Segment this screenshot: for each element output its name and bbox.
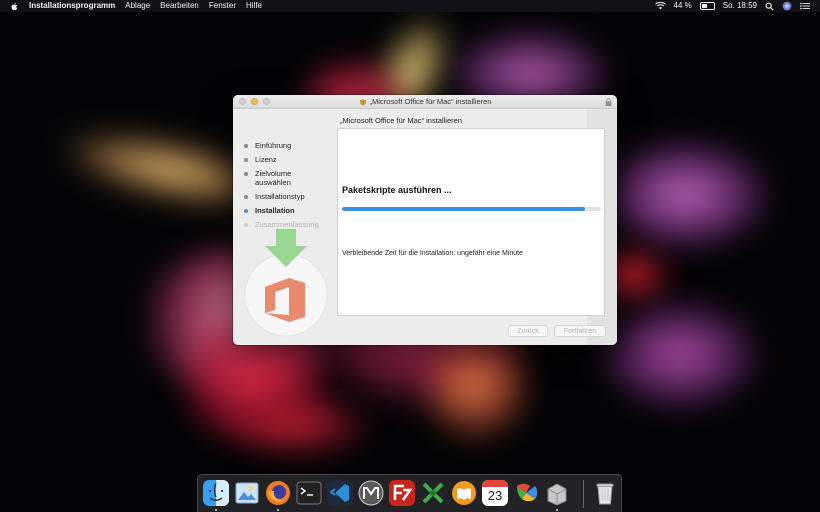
- step-installation: Installation: [244, 206, 324, 215]
- package-icon: [359, 98, 366, 105]
- battery-percent[interactable]: 44 %: [674, 0, 692, 12]
- running-indicator-installer: [556, 509, 558, 511]
- window-controls: [239, 98, 275, 105]
- menu-app-name[interactable]: Installationsprogramm: [29, 0, 115, 12]
- install-progress-fill: [342, 207, 586, 211]
- calendar-day: 23: [487, 488, 503, 503]
- remaining-time-text: Verbleibende Zeit für die Installation: …: [342, 250, 523, 257]
- step-lizenz: Lizenz: [244, 155, 324, 164]
- wifi-icon[interactable]: [654, 2, 666, 10]
- terminal-icon[interactable]: [296, 480, 322, 506]
- step-installationstyp: Installationstyp: [244, 192, 324, 201]
- finder-icon[interactable]: [203, 480, 229, 506]
- window-titlebar[interactable]: „Microsoft Office für Mac“ installieren: [233, 95, 617, 109]
- trash-icon[interactable]: [592, 480, 618, 506]
- step-einfuehrung: Einführung: [244, 141, 324, 150]
- step-label: Installationstyp: [255, 192, 305, 201]
- step-label: Einführung: [255, 141, 292, 150]
- filezilla-icon[interactable]: [389, 480, 415, 506]
- running-indicator-finder: [215, 509, 217, 511]
- installer-content-panel: Paketskripte ausführen ... Verbleibende …: [337, 128, 605, 316]
- spotlight-search-icon[interactable]: [765, 2, 774, 11]
- step-label: Lizenz: [255, 155, 277, 164]
- step-bullet-icon: [244, 172, 248, 176]
- dock: 23: [197, 474, 622, 512]
- menubar-clock[interactable]: So. 18:59: [723, 0, 757, 12]
- menu-bearbeiten[interactable]: Bearbeiten: [160, 0, 199, 12]
- install-status-text: Paketskripte ausführen ...: [342, 185, 452, 195]
- step-label: Installation: [255, 206, 295, 215]
- menu-fenster[interactable]: Fenster: [209, 0, 236, 12]
- firefox-icon[interactable]: [265, 480, 291, 506]
- dock-separator: [583, 480, 584, 508]
- steps-list: Einführung Lizenz Zielvolume auswählen I…: [244, 141, 324, 234]
- step-label: Zielvolume auswählen: [255, 169, 292, 187]
- installer-icon[interactable]: [544, 480, 570, 506]
- install-progress-bar: [342, 207, 601, 211]
- step-label: Zusammenfassung: [255, 220, 319, 229]
- visual-studio-code-icon[interactable]: [327, 480, 353, 506]
- close-button[interactable]: [239, 98, 246, 105]
- apple-icon[interactable]: [10, 2, 19, 11]
- running-indicator-firefox: [277, 509, 279, 511]
- ibooks-icon[interactable]: [451, 480, 477, 506]
- installer-heading: „Microsoft Office für Mac“ installieren: [340, 116, 462, 125]
- step-bullet-icon: [244, 223, 248, 227]
- step-zielvolume: Zielvolume auswählen: [244, 169, 324, 187]
- menu-bar: Installationsprogramm Ablage Bearbeiten …: [0, 0, 820, 12]
- step-bullet-icon: [244, 195, 248, 199]
- office-installer-logo: [244, 229, 328, 337]
- battery-level-fill: [701, 4, 707, 8]
- siri-icon[interactable]: [782, 1, 792, 11]
- step-bullet-icon: [244, 209, 248, 213]
- lock-icon: [605, 98, 612, 106]
- xcode-tools-icon[interactable]: [420, 480, 446, 506]
- back-button[interactable]: Zurück: [508, 325, 548, 337]
- step-bullet-icon: [244, 144, 248, 148]
- installer-window: „Microsoft Office für Mac“ installieren …: [233, 95, 617, 345]
- zoom-button[interactable]: [263, 98, 270, 105]
- step-zusammenfassung: Zusammenfassung: [244, 220, 324, 229]
- step-bullet-icon: [244, 158, 248, 162]
- preview-icon[interactable]: [234, 480, 260, 506]
- battery-icon[interactable]: [699, 2, 715, 10]
- continue-button[interactable]: Fortfahren: [554, 325, 606, 337]
- window-title: „Microsoft Office für Mac“ installieren: [369, 97, 492, 106]
- photo-app-icon[interactable]: [513, 480, 539, 506]
- menu-ablage[interactable]: Ablage: [125, 0, 150, 12]
- menu-hilfe[interactable]: Hilfe: [246, 0, 262, 12]
- calendar-icon[interactable]: 23: [482, 480, 508, 506]
- notification-center-icon[interactable]: [800, 2, 810, 10]
- macdown-icon[interactable]: [358, 480, 384, 506]
- minimize-button[interactable]: [251, 98, 258, 105]
